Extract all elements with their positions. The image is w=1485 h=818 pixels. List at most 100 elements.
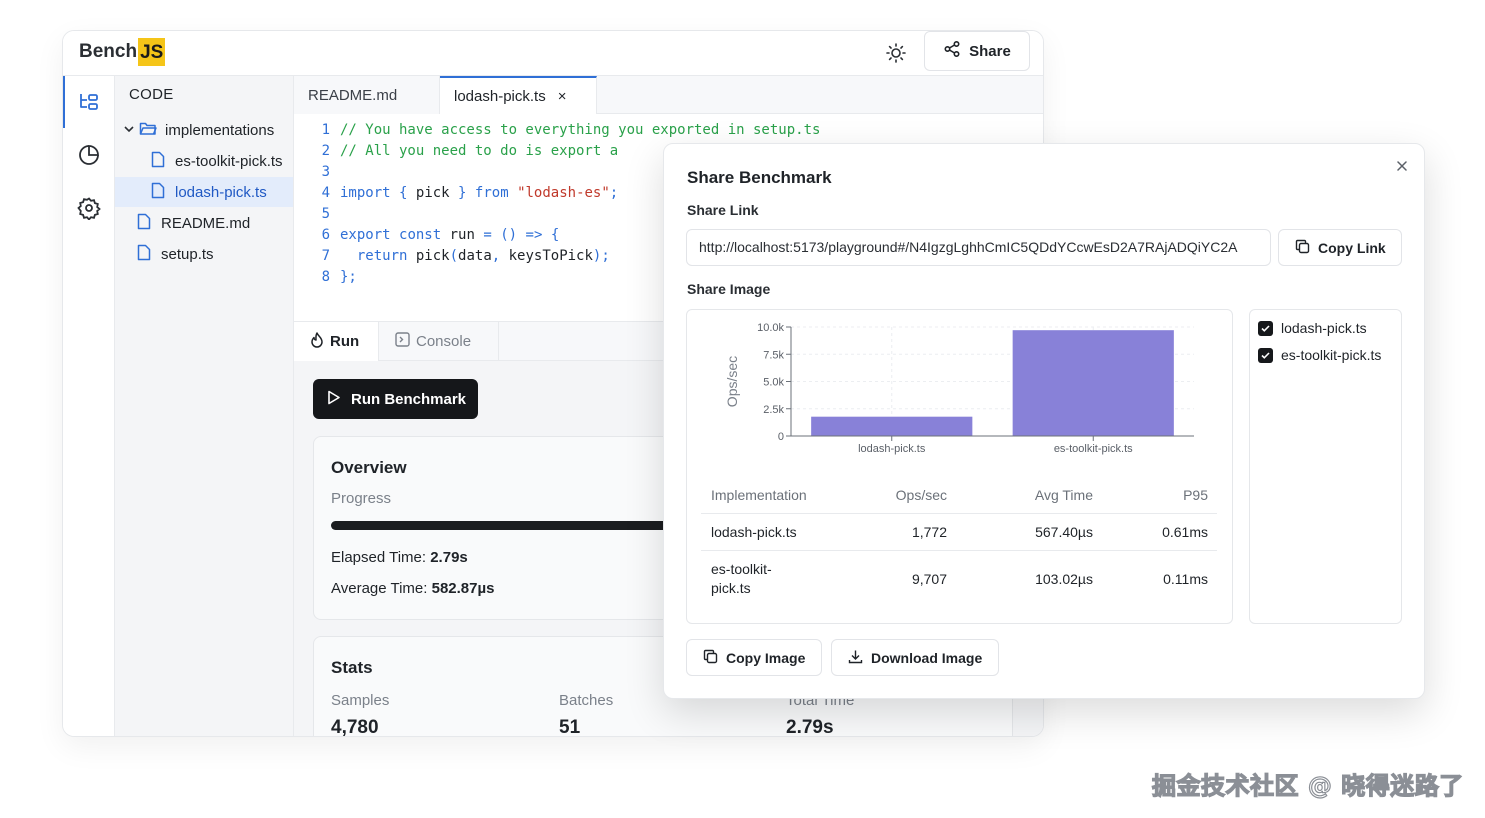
copy-image-label: Copy Image: [726, 649, 806, 666]
logo-js: JS: [138, 38, 166, 66]
file-icon: [137, 213, 151, 234]
tab-readme[interactable]: README.md: [294, 76, 440, 114]
flame-icon: [310, 331, 324, 352]
cell-p95: 0.11ms: [1163, 571, 1208, 587]
col-ops-sec: Ops/sec: [895, 486, 947, 503]
activity-rail: [63, 76, 115, 736]
dialog-title: Share Benchmark: [687, 168, 832, 187]
share-link-label: Share Link: [687, 202, 759, 218]
run-benchmark-button[interactable]: Run Benchmark: [313, 379, 478, 419]
total-time-value: 2.79s: [786, 717, 834, 737]
play-icon: [327, 390, 341, 409]
samples-value: 4,780: [331, 717, 379, 737]
x-tick-label: lodash-pick.ts: [858, 443, 926, 455]
tree-item-es-toolkit-pick[interactable]: es-toolkit-pick.ts: [115, 146, 293, 176]
checkbox-label: lodash-pick.ts: [1281, 320, 1367, 336]
stats-title: Stats: [331, 658, 373, 677]
download-image-button[interactable]: Download Image: [831, 639, 1000, 676]
download-icon: [848, 649, 863, 667]
folder-implementations[interactable]: implementations: [115, 115, 293, 145]
cell-avg: 103.02µs: [1035, 571, 1093, 587]
folder-label: implementations: [165, 121, 275, 139]
table-row: lodash-pick.ts 1,772 567.40µs 0.61ms: [701, 514, 1217, 551]
tree-item-lodash-pick[interactable]: lodash-pick.ts: [115, 177, 293, 207]
checkbox-checked-icon: [1258, 320, 1273, 336]
rail-active-indicator: [63, 76, 65, 128]
tree-item-label: es-toolkit-pick.ts: [175, 152, 283, 170]
copy-link-label: Copy Link: [1318, 239, 1386, 256]
cell-impl: lodash-pick.ts: [711, 524, 797, 540]
top-bar: Bench JS Share: [63, 31, 1043, 76]
editor-tabs: README.md lodash-pick.ts ×: [294, 76, 1043, 114]
col-avg-time: Avg Time: [1034, 486, 1093, 503]
tab-console-label: Console: [416, 333, 472, 350]
elapsed-time: Elapsed Time: 2.79s: [331, 549, 468, 566]
file-icon: [151, 151, 165, 172]
overview-title: Overview: [331, 458, 407, 477]
cell-avg: 567.40µs: [1035, 524, 1093, 540]
y-axis-label: Ops/sec: [724, 356, 740, 407]
ops-per-sec-chart: 0 2.5k 5.0k 7.5k 10.0k lodash-pick.ts es-toolk…: [724, 322, 1194, 455]
pie-chart-icon[interactable]: [77, 143, 101, 167]
logo[interactable]: Bench JS: [79, 38, 166, 66]
terminal-icon: [395, 332, 410, 351]
copy-link-button[interactable]: Copy Link: [1278, 229, 1402, 266]
cell-p95: 0.61ms: [1162, 524, 1208, 540]
x-tick-label: es-toolkit-pick.ts: [1054, 443, 1133, 455]
y-tick-label: 7.5k: [763, 349, 784, 361]
download-image-label: Download Image: [871, 649, 983, 666]
tree-item-readme[interactable]: README.md: [115, 208, 293, 238]
share-image-preview: 0 2.5k 5.0k 7.5k 10.0k lodash-pick.ts es-toolk…: [686, 309, 1233, 624]
tab-label: README.md: [308, 86, 398, 104]
cell-ops: 1,772: [911, 524, 947, 540]
explorer-heading: CODE: [129, 86, 174, 103]
tab-console[interactable]: Console: [379, 322, 499, 361]
checkbox-checked-icon: [1258, 347, 1273, 363]
logo-bench: Bench: [79, 41, 138, 62]
share-image-label: Share Image: [687, 281, 771, 297]
file-tree-icon[interactable]: [77, 90, 101, 114]
file-icon: [151, 182, 165, 203]
bar-lodash-pick: [811, 416, 973, 436]
run-benchmark-label: Run Benchmark: [351, 390, 467, 408]
cell-ops: 9,707: [911, 571, 947, 587]
y-tick-label: 2.5k: [763, 404, 784, 416]
tree-item-label: lodash-pick.ts: [175, 183, 267, 201]
y-tick-label: 10.0k: [757, 322, 784, 334]
gear-icon[interactable]: [77, 196, 101, 221]
col-implementation: Implementation: [711, 486, 807, 503]
average-time: Average Time: 582.87µs: [331, 580, 495, 597]
cell-impl: es-toolkit-pick.ts: [711, 561, 772, 596]
tree-item-label: setup.ts: [161, 245, 214, 263]
chevron-down-icon: [123, 122, 135, 139]
table-row: es-toolkit-pick.ts 9,707 103.02µs 0.11ms: [701, 551, 1217, 607]
tab-run-label: Run: [330, 333, 360, 350]
close-icon[interactable]: [1395, 159, 1409, 173]
close-icon[interactable]: ×: [558, 88, 567, 105]
share-benchmark-dialog: Share Benchmark Share Link http://localh…: [663, 143, 1425, 699]
samples-label: Samples: [331, 692, 390, 709]
y-tick-label: 0: [778, 431, 784, 443]
checkbox-lodash-pick[interactable]: lodash-pick.ts: [1258, 320, 1367, 336]
folder-open-icon: [139, 120, 157, 140]
tab-label: lodash-pick.ts: [454, 87, 546, 105]
table-header-row: Implementation Ops/sec Avg Time P95: [701, 476, 1217, 514]
tree-item-setup[interactable]: setup.ts: [115, 239, 293, 269]
copy-icon: [1295, 239, 1310, 257]
watermark: 掘金技术社区 @ 晓得迷路了: [1151, 771, 1464, 800]
code-line: 1// You have access to everything you ex…: [321, 122, 821, 138]
bar-es-toolkit-pick: [1012, 330, 1174, 436]
checkbox-label: es-toolkit-pick.ts: [1281, 347, 1382, 363]
share-label: Share: [969, 42, 1011, 60]
share-button[interactable]: Share: [924, 31, 1030, 71]
tab-lodash-pick[interactable]: lodash-pick.ts ×: [440, 76, 597, 114]
copy-image-button[interactable]: Copy Image: [686, 639, 823, 676]
checkbox-es-toolkit-pick[interactable]: es-toolkit-pick.ts: [1258, 347, 1381, 363]
y-tick-label: 5.0k: [763, 377, 784, 389]
share-link-input[interactable]: http://localhost:5173/playground#/N4Igzg…: [686, 229, 1271, 266]
share-nodes-icon: [943, 40, 961, 62]
tree-item-label: README.md: [161, 214, 251, 232]
batches-label: Batches: [559, 692, 614, 709]
sun-icon[interactable]: [885, 42, 907, 64]
tab-run[interactable]: Run: [294, 322, 379, 361]
